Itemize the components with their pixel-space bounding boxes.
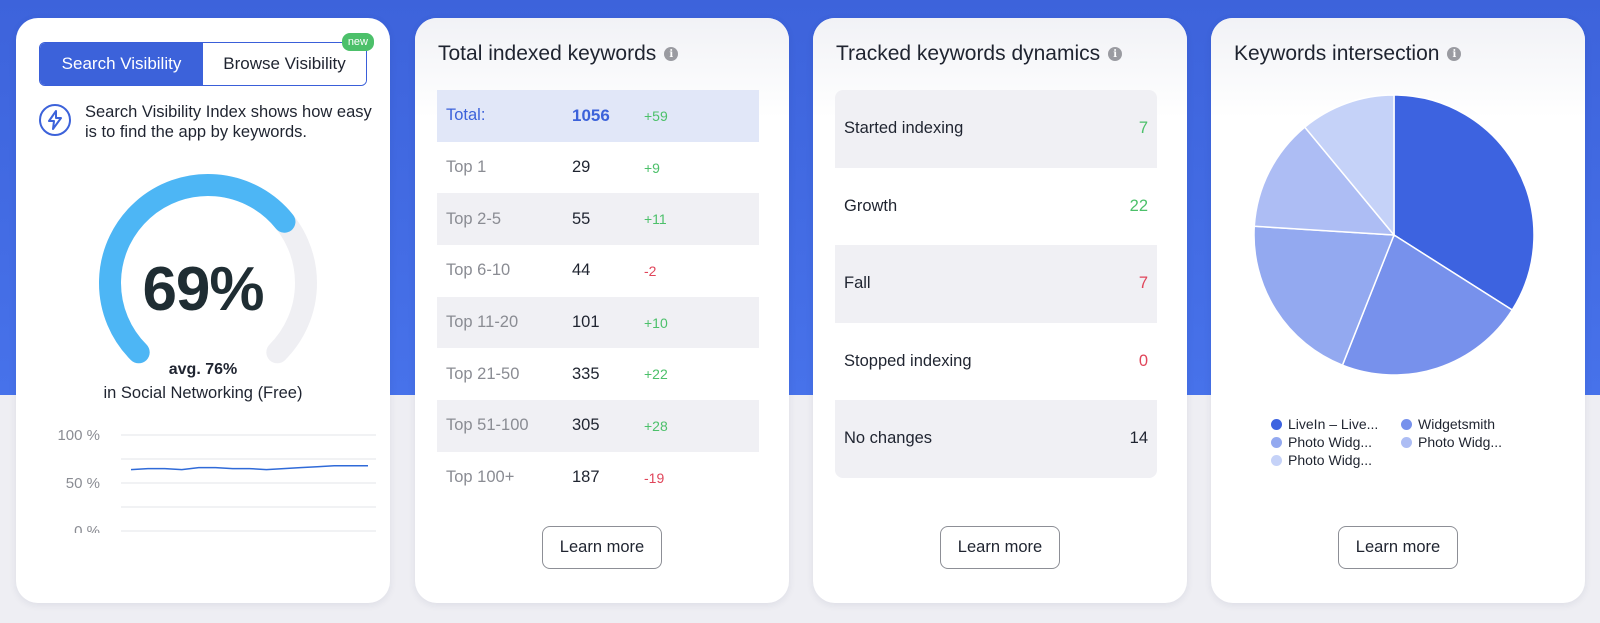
item-label: No changes — [844, 429, 933, 448]
row-delta: +59 — [644, 107, 668, 124]
legend-label: Photo Widg... — [1288, 452, 1373, 468]
lightning-icon — [39, 104, 71, 136]
list-item: Started indexing 7 — [835, 90, 1157, 168]
row-label: Total: — [446, 106, 486, 125]
list-item: No changes 14 — [835, 400, 1157, 478]
item-value: 14 — [1129, 429, 1148, 448]
table-row: Top 2-5 55 +11 — [437, 193, 759, 246]
row-delta: +9 — [644, 159, 660, 176]
item-value: 0 — [1138, 351, 1148, 370]
keywords-dynamics-card: Tracked keywords dynamics i Started inde… — [813, 18, 1187, 603]
row-value: 55 — [572, 209, 591, 228]
row-value: 101 — [572, 313, 600, 332]
visibility-history-line — [130, 464, 368, 471]
row-delta: -2 — [644, 262, 657, 279]
visibility-history-chart: 100 % 50 % 0 % — [57, 427, 376, 533]
item-label: Growth — [844, 196, 898, 215]
row-value: 29 — [572, 158, 591, 177]
table-row: Top 100+ 187 -19 — [437, 452, 759, 504]
table-row: Top 1 29 +9 — [437, 142, 759, 194]
row-label: Top 21-50 — [446, 364, 520, 383]
tab-search-visibility[interactable]: Search Visibility — [40, 43, 203, 85]
row-label: Top 11-20 — [446, 313, 519, 332]
legend-swatch — [1271, 418, 1282, 430]
info-icon[interactable]: i — [664, 47, 679, 61]
indexed-title-text: Total indexed keywords — [438, 42, 657, 65]
table-row: Top 21-50 335 +22 — [437, 348, 759, 400]
row-label: Top 100+ — [446, 468, 515, 487]
row-value: 335 — [572, 364, 600, 383]
info-icon[interactable]: i — [1108, 47, 1123, 61]
legend-swatch — [1271, 454, 1282, 466]
y-tick-label: 0 % — [74, 523, 100, 533]
pie-legend: LiveIn – Live... Widgetsmith Photo Widg...… — [1271, 416, 1551, 468]
legend-label: Photo Widg... — [1288, 434, 1373, 450]
average-label: avg. 76% — [168, 361, 238, 378]
legend-swatch — [1271, 436, 1282, 448]
item-value: 22 — [1129, 196, 1148, 215]
item-value: 7 — [1138, 119, 1148, 138]
y-tick-label: 50 % — [66, 475, 100, 492]
legend-item[interactable]: Widgetsmith — [1401, 416, 1531, 432]
legend-item[interactable]: Photo Widg... — [1271, 434, 1401, 450]
visibility-value: 69% — [142, 255, 264, 324]
row-label: Top 51-100 — [446, 416, 529, 435]
legend-label: Photo Widg... — [1418, 434, 1503, 450]
category-label: in Social Networking (Free) — [103, 384, 303, 402]
keywords-intersection-card: Keywords intersection i LiveIn – Live...… — [1211, 18, 1585, 603]
intersection-title-text: Keywords intersection — [1234, 42, 1440, 65]
row-delta: -19 — [644, 469, 665, 486]
table-row: Top 11-20 101 +10 — [437, 296, 759, 349]
row-delta: +28 — [644, 417, 668, 434]
row-delta: +10 — [644, 314, 668, 331]
table-row: Top 6-10 44 -2 — [437, 245, 759, 297]
info-icon[interactable]: i — [1447, 47, 1462, 61]
row-value: 187 — [572, 468, 600, 487]
dynamics-title: Tracked keywords dynamics i — [836, 42, 1123, 66]
row-delta: +22 — [644, 366, 668, 383]
tab-browse-visibility[interactable]: Browse Visibility — [203, 43, 366, 85]
legend-swatch — [1401, 436, 1412, 448]
table-row: Top 51-100 305 +28 — [437, 400, 759, 452]
learn-more-button[interactable]: Learn more — [1338, 526, 1458, 569]
indexed-keywords-card: Total indexed keywords i Total: 1056 +59 To… — [415, 18, 789, 603]
list-item: Stopped indexing 0 — [835, 323, 1157, 401]
indexed-title: Total indexed keywords i — [438, 42, 679, 66]
dynamics-title-text: Tracked keywords dynamics — [836, 42, 1101, 65]
row-value: 1056 — [572, 105, 610, 125]
item-value: 7 — [1138, 274, 1148, 293]
table-row-total: Total: 1056 +59 — [437, 90, 759, 142]
item-label: Fall — [844, 274, 871, 293]
legend-item[interactable]: LiveIn – Live... — [1271, 416, 1401, 432]
intersection-pie-chart — [1253, 94, 1535, 376]
item-label: Stopped indexing — [844, 351, 972, 370]
legend-swatch — [1401, 418, 1412, 430]
dynamics-list: Started indexing 7 Growth 22 Fall 7 Stopped in… — [835, 90, 1157, 478]
list-item: Fall 7 — [835, 245, 1157, 323]
learn-more-button[interactable]: Learn more — [542, 526, 662, 569]
row-label: Top 2-5 — [446, 209, 502, 228]
visibility-info: Search Visibility Index shows how easy i… — [39, 102, 375, 142]
learn-more-button[interactable]: Learn more — [940, 526, 1060, 569]
indexed-keywords-table: Total: 1056 +59 Top 1 29 +9 Top 2-5 55 +11 Top 6-… — [437, 90, 759, 504]
row-label: Top 1 — [446, 158, 487, 177]
legend-item[interactable]: Photo Widg... — [1401, 434, 1531, 450]
y-tick-label: 100 % — [57, 427, 100, 444]
visibility-description: Search Visibility Index shows how easy i… — [85, 103, 372, 141]
row-value: 305 — [572, 416, 600, 435]
row-delta: +11 — [644, 211, 667, 228]
new-badge: new — [341, 33, 374, 51]
visibility-toggle: Search Visibility Browse Visibility new — [39, 33, 374, 86]
legend-label: LiveIn – Live... — [1288, 416, 1379, 432]
row-value: 44 — [572, 261, 591, 280]
item-label: Started indexing — [844, 119, 964, 138]
legend-label: Widgetsmith — [1418, 416, 1496, 432]
intersection-title: Keywords intersection i — [1234, 42, 1462, 66]
visibility-card: Search Visibility Browse Visibility new … — [16, 18, 390, 603]
list-item: Growth 22 — [835, 168, 1157, 246]
legend-item[interactable]: Photo Widg... — [1271, 452, 1401, 468]
row-label: Top 6-10 — [446, 261, 511, 280]
